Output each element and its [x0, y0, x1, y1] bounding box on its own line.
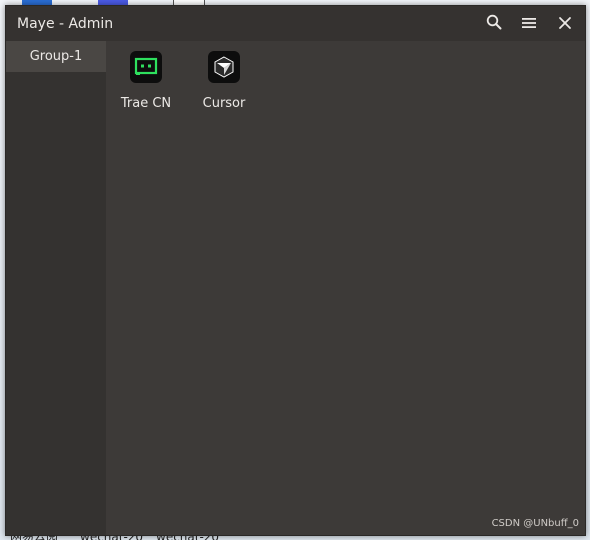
watermark-text: CSDN @UNbuff_0 — [491, 518, 579, 529]
close-button[interactable] — [552, 11, 578, 37]
window-title: Maye - Admin — [17, 16, 114, 32]
close-icon — [558, 15, 572, 34]
search-icon — [486, 14, 502, 34]
app-grid: Trae CN Cursor CSDN @UNbuff_0 — [106, 41, 585, 535]
cursor-icon — [208, 51, 240, 83]
maye-admin-window: Maye - Admin Group-1 Trae CN Cursor CSDN… — [5, 5, 586, 536]
menu-icon — [521, 15, 537, 34]
app-tile-trae-cn[interactable]: Trae CN — [106, 51, 186, 117]
app-label: Cursor — [202, 96, 246, 111]
sidebar-item-group-1[interactable]: Group-1 — [6, 41, 106, 72]
group-label: Group-1 — [29, 49, 83, 64]
app-label: Trae CN — [120, 96, 172, 111]
trae-icon — [130, 51, 162, 83]
title-bar[interactable]: Maye - Admin — [6, 6, 585, 41]
search-button[interactable] — [481, 11, 507, 37]
menu-button[interactable] — [516, 11, 542, 37]
app-tile-cursor[interactable]: Cursor — [184, 51, 264, 117]
group-sidebar: Group-1 — [6, 41, 106, 535]
